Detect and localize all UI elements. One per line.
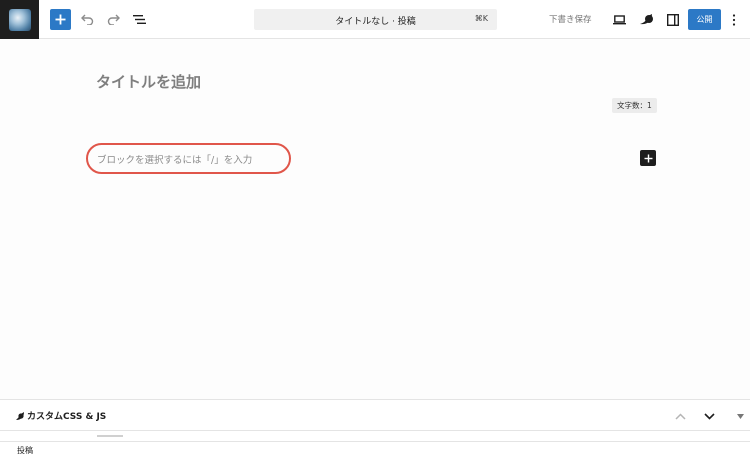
plus-icon (644, 154, 652, 162)
metabox-content-strip (0, 431, 750, 441)
publish-label: 公開 (696, 15, 713, 24)
caret-down-icon (736, 413, 744, 419)
save-draft-button[interactable]: 下書き保存 (549, 13, 592, 25)
metabox-title[interactable]: カスタムCSS & JS (27, 409, 106, 422)
list-view-icon (133, 15, 146, 24)
command-palette-bar[interactable]: タイトルなし · 投稿 ⌘K (254, 9, 497, 30)
post-title-input[interactable]: タイトルを追加 (96, 71, 201, 92)
undo-icon (81, 14, 94, 25)
move-down-button[interactable] (701, 408, 717, 424)
site-logo-image (8, 8, 31, 31)
preview-button[interactable] (610, 10, 629, 29)
styles-button[interactable] (637, 10, 656, 29)
editor-toolbar: タイトルなし · 投稿 ⌘K 下書き保存 公開 (0, 0, 750, 39)
block-inserter-button[interactable] (640, 150, 656, 166)
chevron-up-icon (674, 412, 686, 420)
document-title: タイトルなし · 投稿 (335, 17, 416, 27)
sidebar-icon (666, 13, 679, 26)
command-shortcut: ⌘K (474, 14, 488, 23)
vertical-ellipsis-icon (732, 13, 736, 26)
settings-sidebar-button[interactable] (663, 10, 682, 29)
custom-css-js-metabox: カスタムCSS & JS (0, 399, 750, 431)
publish-button[interactable]: 公開 (688, 9, 721, 30)
block-breadcrumb-bar: 投稿 (0, 441, 750, 456)
toggle-panel-button[interactable] (732, 408, 748, 424)
block-placeholder-text: ブロックを選択するには「/」を入力 (97, 154, 253, 166)
empty-block-placeholder[interactable]: ブロックを選択するには「/」を入力 (86, 143, 291, 174)
move-up-button[interactable] (672, 408, 688, 424)
add-block-button[interactable] (50, 9, 71, 30)
list-view-button[interactable] (130, 10, 149, 29)
character-count-badge: 文字数：1 (612, 98, 657, 113)
half-circle-icon (640, 14, 653, 25)
options-menu-button[interactable] (727, 10, 741, 29)
chevron-down-icon (703, 412, 715, 420)
leaf-icon (16, 412, 24, 420)
site-icon-button[interactable] (0, 0, 39, 39)
undo-button[interactable] (78, 10, 97, 29)
laptop-icon (613, 14, 626, 24)
breadcrumb-item-post[interactable]: 投稿 (17, 445, 33, 456)
plus-icon (55, 14, 66, 25)
redo-button[interactable] (104, 10, 123, 29)
metabox-content-fragment (97, 435, 123, 437)
redo-icon (107, 14, 120, 25)
